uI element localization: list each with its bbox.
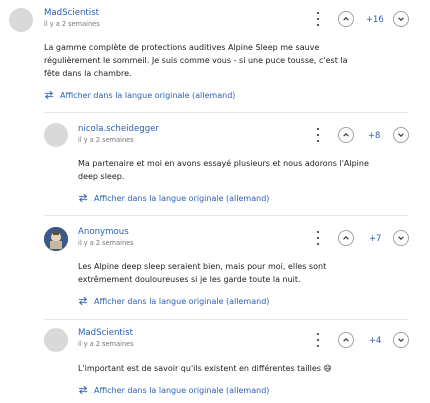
chevron-down-icon [398,338,404,342]
show-original-link[interactable]: Afficher dans la langue originale (allem… [78,385,269,395]
author-name[interactable]: MadScientist [78,328,133,338]
more-vertical-icon[interactable] [314,333,322,347]
comment-text: L'important est de savoir qu'ils existen… [78,362,368,375]
comment-4: MadScientist il y a 2 semaines +4 L'impo… [0,0,430,403]
comment-text-content: L'important est de savoir qu'ils existen… [78,364,321,373]
grinning-emoji: 😄 [323,364,332,373]
vote-score: +4 [369,335,382,345]
chevron-up-icon [343,338,349,342]
avatar[interactable] [44,328,68,352]
timestamp: il y a 2 semaines [78,340,134,348]
upvote-button[interactable] [338,332,354,348]
downvote-button[interactable] [393,332,409,348]
show-original-label: Afficher dans la langue originale (allem… [94,385,270,395]
translate-arrows-icon [78,385,88,395]
